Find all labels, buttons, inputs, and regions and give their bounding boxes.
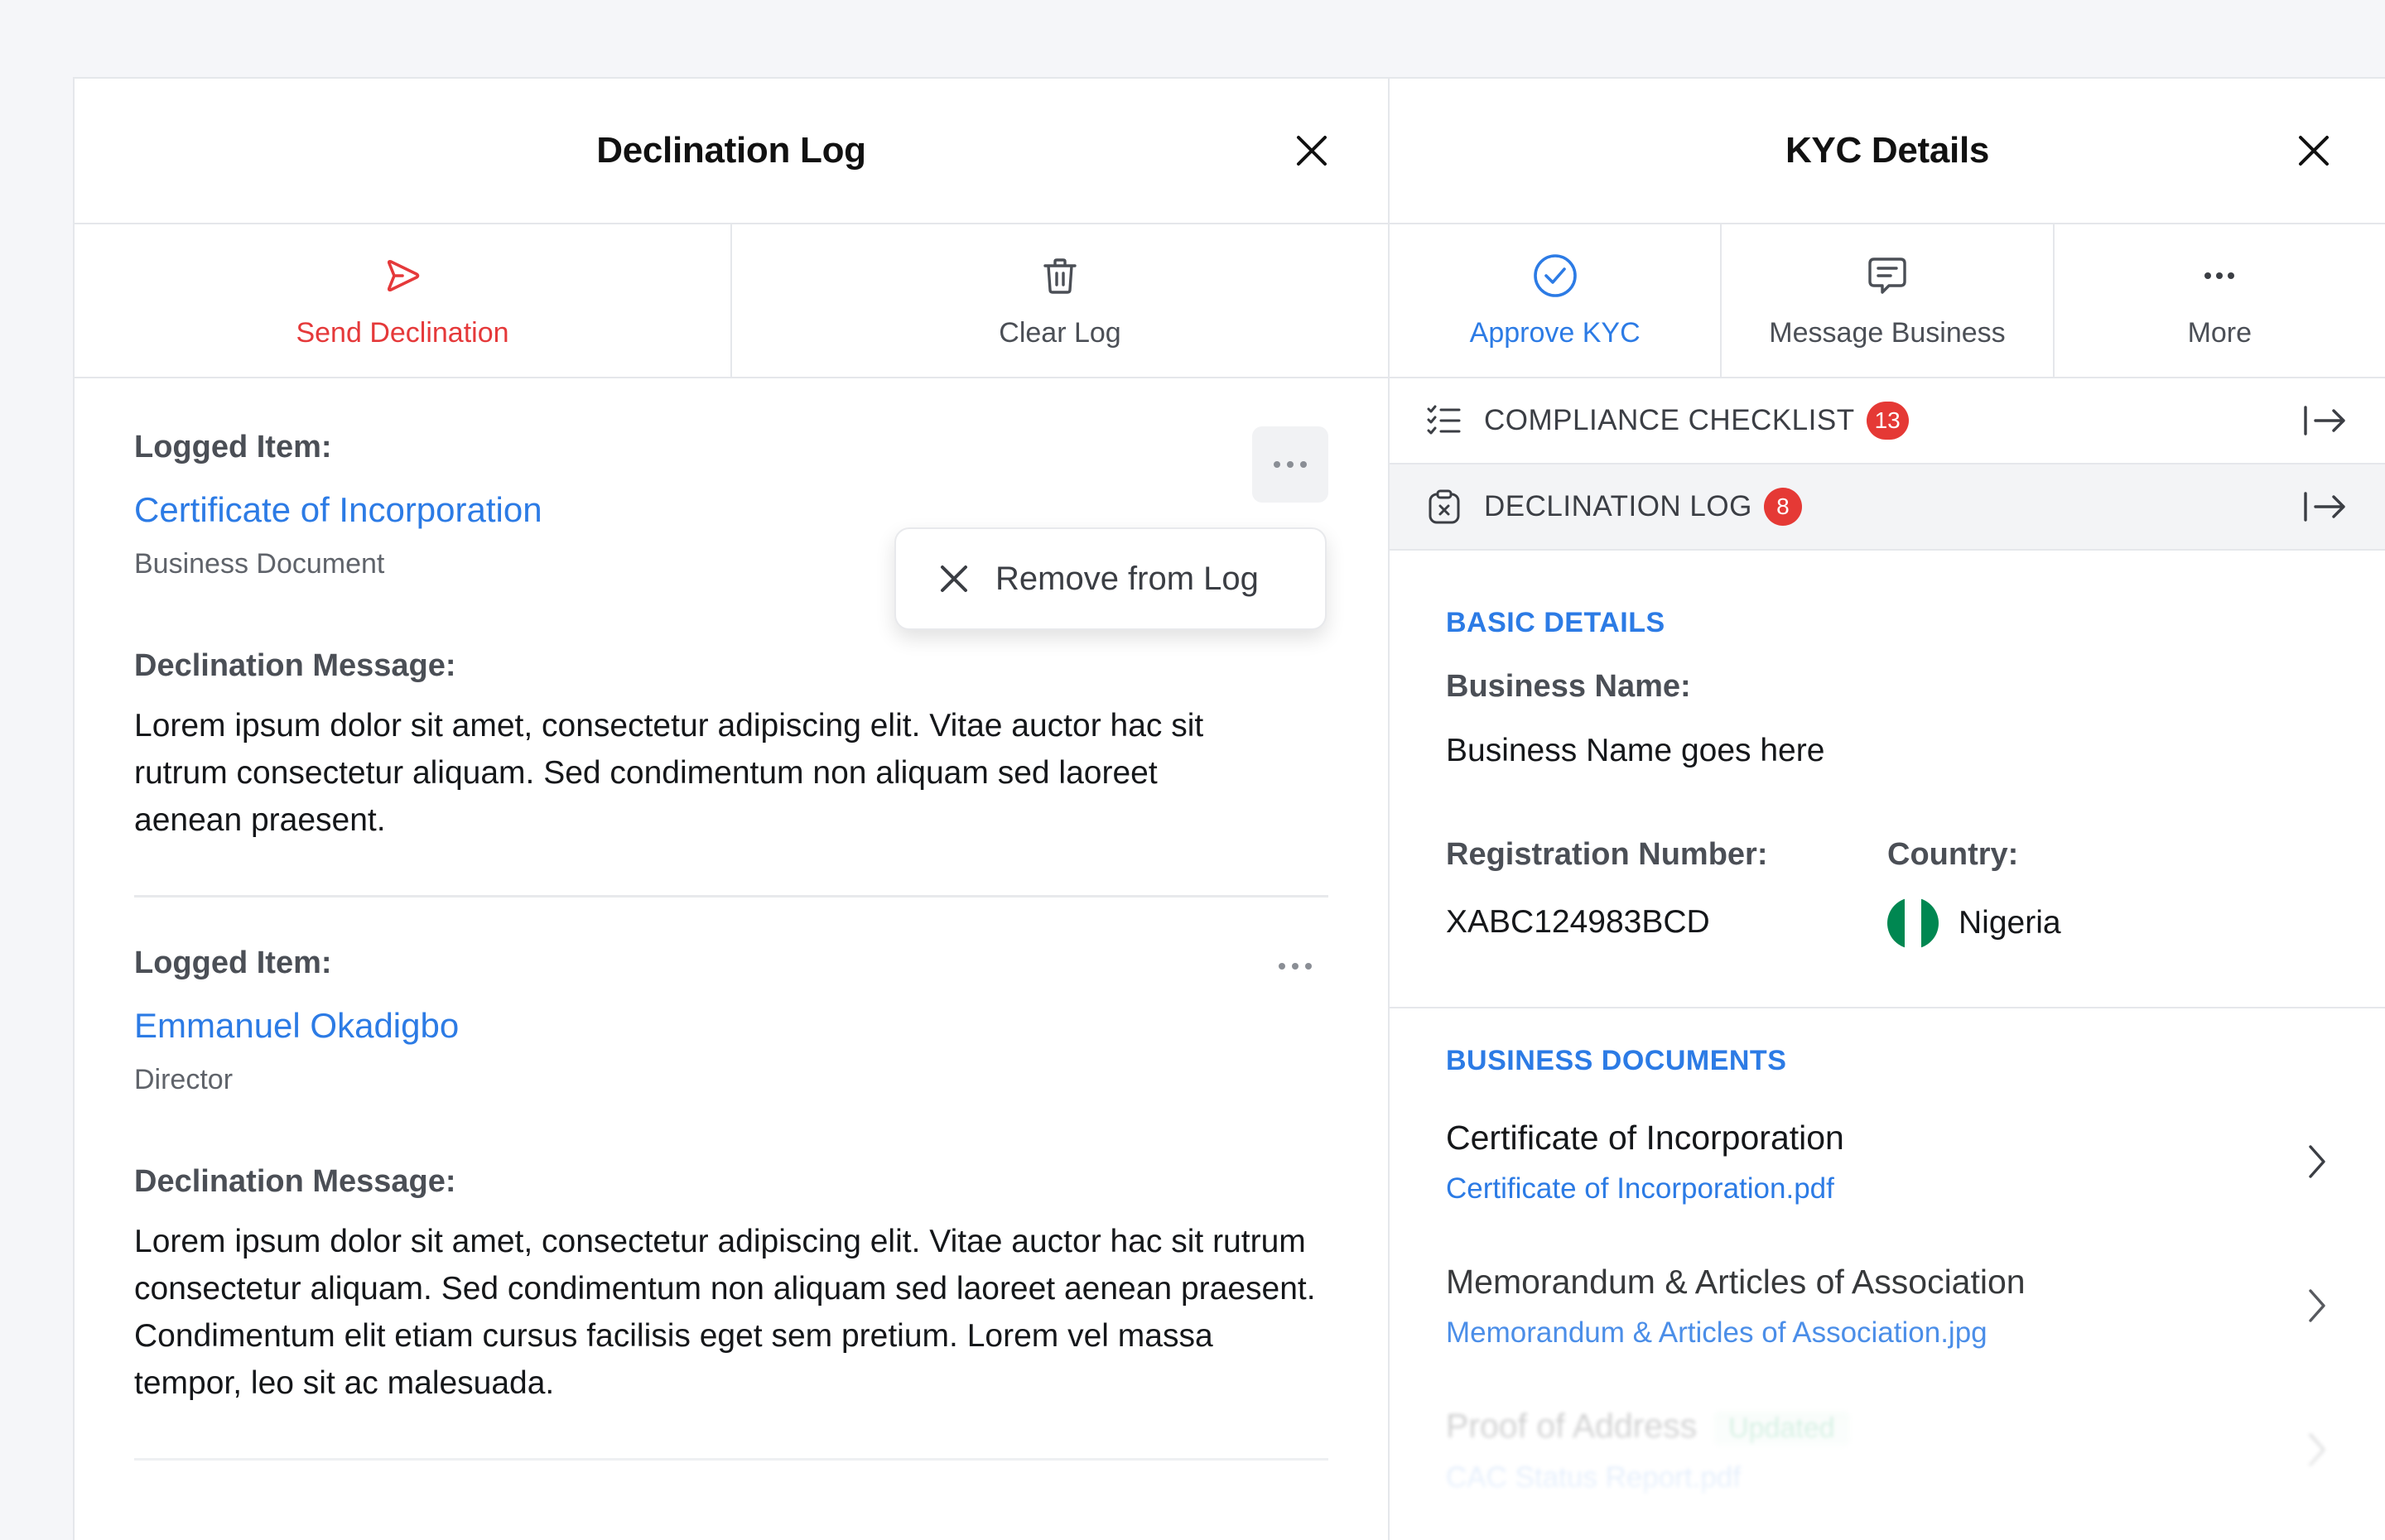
logged-item-label: Logged Item: (134, 946, 332, 980)
message-icon (1868, 257, 1906, 294)
basic-details-section: BASIC DETAILS Business Name: Business Na… (1390, 551, 2385, 1008)
compliance-checklist-label: COMPLIANCE CHECKLIST (1484, 404, 1855, 436)
count-badge: 8 (1763, 488, 1802, 526)
panel-title: KYC Details (1785, 130, 1990, 171)
declination-message: Lorem ipsum dolor sit amet, consectetur … (134, 708, 1204, 838)
document-file-link[interactable]: Memorandum & Articles of Association.jpg (1446, 1316, 2329, 1350)
send-declination-button[interactable]: Send Declination (75, 224, 732, 377)
country-label: Country: (1887, 837, 2019, 872)
close-icon (941, 565, 967, 592)
document-title: Certificate of Incorporation (1446, 1119, 1844, 1157)
trash-icon (1043, 257, 1077, 294)
clipboard-x-icon (1429, 489, 1460, 524)
ellipsis-icon (2204, 272, 2235, 279)
approve-kyc-button[interactable]: Approve KYC (1390, 224, 1722, 377)
message-business-button[interactable]: Message Business (1722, 224, 2055, 377)
document-row[interactable]: Proof of Address Updated CAC Status Repor… (1446, 1365, 2329, 1509)
log-item: Logged Item: Certificate of Incorporatio… (134, 378, 1328, 898)
more-label: More (2187, 316, 2252, 349)
more-button[interactable]: More (2055, 224, 2385, 377)
declination-actions: Send Declination Clear Log (75, 224, 1388, 378)
panel-title: Declination Log (596, 130, 866, 171)
checklist-icon (1427, 405, 1461, 435)
section-title: BASIC DETAILS (1446, 607, 1665, 638)
approve-kyc-label: Approve KYC (1469, 316, 1641, 349)
count-badge: 13 (1866, 402, 1909, 440)
remove-from-log-label: Remove from Log (995, 560, 1259, 597)
declination-log-row[interactable]: DECLINATION LOG 8 (1390, 464, 2385, 551)
country-field: Country: Nigeria (1887, 837, 2329, 949)
kyc-details-header: KYC Details (1390, 79, 2385, 224)
message-business-label: Message Business (1769, 316, 2006, 349)
declination-log-panel: Declination Log Send Declination Clear L… (75, 79, 1390, 1540)
app-frame: Declination Log Send Declination Clear L… (73, 77, 2385, 1540)
clear-log-label: Clear Log (999, 316, 1121, 349)
document-row[interactable]: Certificate of Incorporation Certificate… (1446, 1077, 2329, 1221)
logged-item-type: Director (134, 1064, 234, 1095)
open-panel-icon (2304, 406, 2345, 436)
check-circle-icon (1533, 253, 1577, 297)
declination-message-label: Declination Message: (134, 1164, 456, 1199)
registration-number-value: XABC124983BCD (1446, 904, 1710, 940)
more-options-button[interactable] (1257, 946, 1333, 987)
nigeria-flag-icon (1887, 898, 1939, 949)
logged-item-label: Logged Item: (134, 430, 332, 464)
declination-log-header: Declination Log (75, 79, 1388, 224)
document-row[interactable]: Memorandum & Articles of Association Mem… (1446, 1221, 2329, 1365)
document-title-text: Proof of Address (1446, 1407, 1698, 1445)
ellipsis-icon (1279, 963, 1312, 970)
document-file-link[interactable]: Certificate of Incorporation.pdf (1446, 1172, 2329, 1206)
country-value: Nigeria (1959, 905, 2061, 941)
close-icon[interactable] (2294, 131, 2334, 171)
send-icon (387, 259, 420, 291)
remove-from-log-menu-item[interactable]: Remove from Log (894, 527, 1327, 630)
business-name-value: Business Name goes here (1446, 733, 1825, 768)
logged-item-link[interactable]: Certificate of Incorporation (134, 490, 1328, 530)
open-panel-icon (2304, 492, 2345, 522)
document-file-link[interactable]: CAC Status Report.pdf (1446, 1461, 2329, 1494)
more-options-button[interactable] (1252, 426, 1328, 503)
chevron-right-icon (2309, 1433, 2325, 1466)
business-documents-section: BUSINESS DOCUMENTS Certificate of Incorp… (1390, 1008, 2385, 1509)
kyc-details-panel: KYC Details Approve KYC Message Business (1390, 79, 2385, 1540)
document-title: Memorandum & Articles of Association (1446, 1263, 2026, 1301)
logged-item-link[interactable]: Emmanuel Okadigbo (134, 1006, 1328, 1046)
log-item: Logged Item: Emmanuel Okadigbo Director … (134, 898, 1328, 1461)
declination-log-label: DECLINATION LOG (1484, 490, 1752, 522)
ellipsis-icon (1274, 461, 1307, 468)
country-value-row: Nigeria (1887, 898, 2329, 949)
declination-message-label: Declination Message: (134, 648, 456, 683)
chevron-right-icon (2309, 1289, 2325, 1322)
updated-tag: Updated (1713, 1411, 1850, 1446)
details-row: Registration Number: XABC124983BCD Count… (1446, 837, 2329, 949)
section-title: BUSINESS DOCUMENTS (1446, 1045, 1787, 1076)
declination-log-list: Logged Item: Certificate of Incorporatio… (75, 378, 1388, 1461)
declination-message: Lorem ipsum dolor sit amet, consectetur … (134, 1224, 1316, 1401)
registration-number-label: Registration Number: (1446, 837, 1768, 872)
compliance-checklist-row[interactable]: COMPLIANCE CHECKLIST 13 (1390, 378, 2385, 464)
clear-log-button[interactable]: Clear Log (732, 224, 1388, 377)
document-title: Proof of Address Updated (1446, 1407, 2329, 1446)
send-declination-label: Send Declination (296, 316, 509, 349)
business-name-label: Business Name: (1446, 669, 1691, 704)
registration-number-field: Registration Number: XABC124983BCD (1446, 837, 1887, 949)
chevron-right-icon (2309, 1145, 2325, 1178)
close-icon[interactable] (1292, 131, 1332, 171)
kyc-actions: Approve KYC Message Business More (1390, 224, 2385, 378)
